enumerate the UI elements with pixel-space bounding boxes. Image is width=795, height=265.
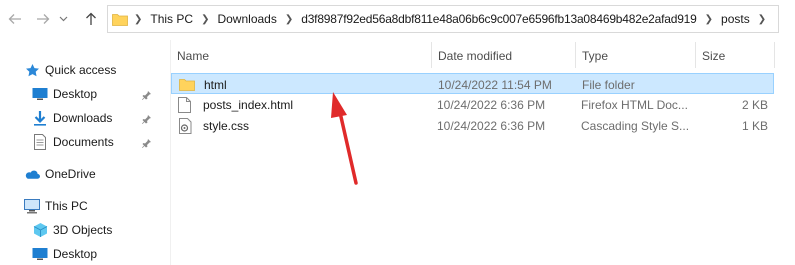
pin-icon[interactable] [142,137,152,148]
breadcrumb-separator[interactable]: ❯ [705,14,713,25]
breadcrumb-separator[interactable]: ❯ [285,14,293,25]
arrow-up-icon [86,12,96,25]
desktop-icon [32,246,48,262]
folder-icon [179,77,195,93]
nav-item-documents[interactable]: Documents [32,131,114,153]
file-name-cell: posts_index.html [178,94,293,115]
cloud-icon [24,166,40,182]
recent-locations-button[interactable] [56,8,70,30]
breadcrumb-posts[interactable]: posts [721,12,750,26]
nav-item-this-pc[interactable]: This PC [24,195,88,217]
nav-item-onedrive[interactable]: OneDrive [24,163,96,185]
file-type: Firefox HTML Doc... [581,97,688,112]
arrow-right-icon [37,14,50,24]
forward-button[interactable] [32,8,54,30]
column-resize-handle[interactable] [695,42,696,68]
pin-icon[interactable] [142,113,152,124]
nav-item-label: Quick access [45,63,117,77]
desktop-icon [32,86,48,102]
star-icon [24,62,40,78]
file-name: posts_index.html [203,97,294,112]
computer-icon [24,198,40,214]
nav-item-3d-objects[interactable]: 3D Objects [32,219,112,241]
nav-item-desktop[interactable]: Desktop [32,83,97,105]
breadcrumb-hash-folder[interactable]: d3f8987f92ed56a8dbf811e48a06b6c9c007e659… [301,12,697,26]
back-button[interactable] [4,8,26,30]
nav-item-label: Downloads [53,111,113,125]
css-file-icon [178,117,194,134]
breadcrumb-downloads[interactable]: Downloads [217,12,276,26]
cube-icon [32,222,48,238]
file-name-cell: style.css [178,115,249,136]
file-size: 2 KB [741,97,768,112]
file-row[interactable]: style.css 10/24/2022 6:36 PM Cascading S… [171,115,774,136]
breadcrumb-separator[interactable]: ❯ [758,14,766,25]
file-row[interactable]: posts_index.html 10/24/2022 6:36 PM Fire… [171,94,774,115]
column-resize-handle[interactable] [431,42,432,68]
document-icon [32,134,48,150]
column-header-name[interactable]: Name [177,46,209,66]
nav-item-label: Desktop [53,247,98,261]
chevron-down-icon [59,16,67,22]
file-size: 1 KB [741,118,768,133]
html-file-icon [178,96,194,113]
column-resize-handle[interactable] [774,42,775,68]
address-toolbar: ❯ This PC ❯ Downloads ❯ d3f8987f92ed56a8… [0,0,795,40]
download-arrow-icon [32,110,48,126]
file-date: 10/24/2022 6:36 PM [437,118,546,133]
nav-item-desktop-pc[interactable]: Desktop [32,243,97,265]
address-bar[interactable]: ❯ This PC ❯ Downloads ❯ d3f8987f92ed56a8… [107,5,779,33]
pin-icon[interactable] [142,89,152,100]
up-button[interactable] [80,8,102,30]
nav-item-label: This PC [45,199,88,213]
arrow-left-icon [8,14,21,24]
column-header-date[interactable]: Date modified [438,46,512,66]
file-date: 10/24/2022 11:54 PM [438,77,552,92]
breadcrumb-this-pc[interactable]: This PC [150,12,193,26]
file-row[interactable]: html 10/24/2022 11:54 PM File folder [171,73,774,94]
nav-item-downloads[interactable]: Downloads [32,107,112,129]
nav-item-label: OneDrive [45,167,96,181]
nav-item-label: Desktop [53,87,98,101]
column-resize-handle[interactable] [575,42,576,68]
nav-item-label: Documents [53,135,114,149]
file-type: File folder [582,77,635,92]
file-name-cell: html [179,74,227,95]
file-name: html [204,77,227,92]
column-header-size[interactable]: Size [702,46,725,66]
breadcrumb-separator[interactable]: ❯ [134,14,142,25]
nav-item-label: 3D Objects [53,223,113,237]
folder-icon [112,12,128,26]
file-date: 10/24/2022 6:36 PM [437,97,546,112]
file-name: style.css [203,118,250,133]
breadcrumb-separator[interactable]: ❯ [201,14,209,25]
file-type: Cascading Style S... [581,118,690,133]
nav-item-quick-access[interactable]: Quick access [24,59,116,81]
column-header-type[interactable]: Type [582,46,608,66]
